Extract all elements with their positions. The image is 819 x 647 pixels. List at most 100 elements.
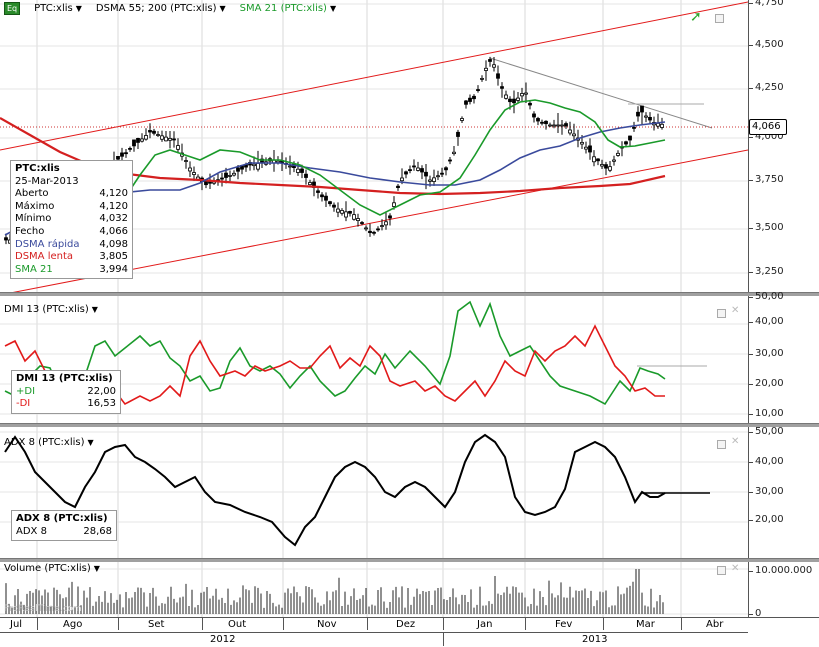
month-label: Abr [706,619,724,630]
month-tick [202,618,203,630]
candle-body [356,218,360,221]
info-row-label: Aberto [15,188,49,200]
adx-panel[interactable]: ADX 8 (PTC:xlis) ▼ ✕ ADX 8 (PTC:xlis) ADX… [0,427,748,558]
candle-body [428,179,432,182]
candle-body [372,231,376,234]
axis-tick-label: 3,750 [749,174,784,185]
price-panel[interactable]: Eq PTC:xlis ▼ DSMA 55; 200 (PTC:xlis) ▼ SM… [0,0,748,293]
candle-body [256,162,260,170]
candle-body [380,225,384,227]
month-label: Dez [396,619,416,630]
adx-value: 28,68 [83,525,112,537]
maximize-icon[interactable] [717,309,726,318]
info-row-value: 4,098 [99,238,128,250]
candle-body [348,211,352,214]
month-tick [118,618,119,630]
info-row: Máximo 4,120 [15,201,128,214]
candle-body [544,120,548,125]
candle-body [400,177,404,182]
info-row-label: DSMA rápida [15,238,80,250]
info-row: DSMA rápida 4,098 [15,239,128,252]
month-tick [443,618,444,630]
trend-arrow-icon[interactable]: ➚ [690,9,702,25]
last-price-tag: 4,066 [749,119,787,135]
candle-body [632,126,636,129]
candle-body [128,147,132,150]
info-row: DSMA lenta 3,805 [15,251,128,264]
adx-header[interactable]: ADX 8 (PTC:xlis) ▼ [4,437,94,448]
time-axis[interactable]: Jul Ago Set Out Nov Dez Jan Fev Mar Abr 2012 2013 [0,617,819,647]
candle-body [488,59,492,62]
info-row: Mínimo 4,032 [15,213,128,226]
close-icon[interactable]: ✕ [731,305,739,316]
candle-body [144,135,148,140]
candle-body [572,133,576,137]
info-row-label: Fecho [15,225,45,237]
axis-tick-label: 30,00 [749,486,784,497]
candle-body [296,168,300,173]
month-label: Out [228,619,247,630]
month-label: Fev [555,619,573,630]
candle-body [140,138,144,142]
month-label: Mar [636,619,655,630]
close-icon[interactable]: ✕ [731,563,739,574]
dmi-header[interactable]: DMI 13 (PTC:xlis) ▼ [4,304,98,315]
candle-body [412,165,416,168]
chevron-down-icon: ▼ [329,4,337,13]
candle-body [328,201,332,205]
candle-body [420,168,424,173]
candle-body [404,171,408,175]
info-row-label: DSMA lenta [15,251,74,263]
candle-body [596,158,600,162]
candle-body [308,182,312,186]
axis-tick-label: 30,00 [749,348,784,359]
candle-body [540,121,544,124]
eq-icon[interactable]: Eq [4,2,21,15]
candle-body [132,139,136,147]
candle-body [440,172,444,175]
month-label: Jul [10,619,23,630]
maximize-icon[interactable] [715,14,724,23]
minus-di-value: 16,53 [87,398,116,410]
candle-body [528,102,532,106]
candle-body [640,105,644,113]
axis-tick-label: 50,00 [749,426,784,437]
candle-body [396,185,400,189]
candle-body [324,195,328,201]
candle-body [564,123,568,127]
candle-body [192,172,196,175]
candle-body [408,169,412,172]
sma-menu[interactable]: SMA 21 (PTC:xlis) ▼ [240,3,336,14]
candle-body [520,93,524,97]
candle-body [176,145,180,150]
candle-body [648,116,652,121]
candle-body [224,172,228,178]
candle-body [376,228,380,231]
symbol-menu[interactable]: PTC:xlis ▼ [34,3,82,14]
candle-body [360,222,364,224]
candle-body [600,164,604,167]
dmi-info-box: DMI 13 (PTC:xlis) +DI 22,00 -DI 16,53 [11,370,121,414]
candle-body [592,156,596,163]
dmi-panel[interactable]: DMI 13 (PTC:xlis) ▼ ✕ DMI 13 (PTC:xlis) +… [0,296,748,423]
minus-di-label: -DI [16,398,31,410]
volume-header[interactable]: Volume (PTC:xlis) ▼ [4,563,100,574]
dsma-menu[interactable]: DSMA 55; 200 (PTC:xlis) ▼ [96,3,226,14]
month-tick [367,618,368,630]
candle-body [660,123,664,128]
candle-body [508,98,512,103]
candle-body [368,230,372,234]
candle-body [636,111,640,117]
info-row-value: 4,032 [99,213,128,225]
maximize-icon[interactable] [717,566,726,575]
axis-tick-label: 40,00 [749,316,784,327]
candle-body [156,134,160,136]
axis-tick-label: 50,00 [749,291,784,302]
axis-tick-label: 4,250 [749,82,784,93]
candle-body [628,135,632,141]
close-icon[interactable]: ✕ [731,436,739,447]
year-label: 2013 [582,634,608,645]
maximize-icon[interactable] [717,440,726,449]
month-label: Ago [63,619,83,630]
candle-body [616,152,620,156]
